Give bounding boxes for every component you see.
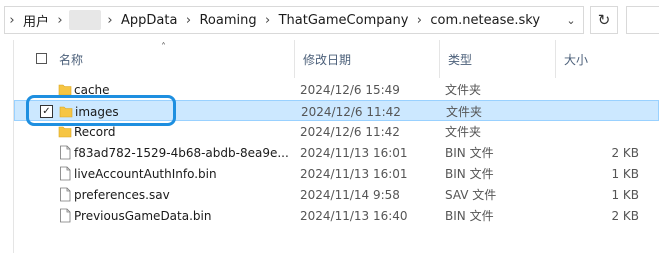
file-name: f83ad782-1529-4b68-abdb-8ea9e... [74,145,289,160]
file-date: 2024/11/13 16:40 [300,208,408,223]
file-type: BIN 文件 [445,167,494,181]
navigation-pane-edge [0,40,14,253]
column-header-name[interactable]: 名称 [51,40,295,78]
file-type: 文件夹 [445,83,482,97]
file-size [559,121,639,142]
column-header-date[interactable]: 修改日期 [295,40,440,78]
file-type: 文件夹 [446,105,483,119]
chevron-right-icon: › [9,12,15,28]
file-size: 2 KB [611,145,639,160]
file-date: 2024/12/6 11:42 [300,124,400,139]
address-bar-area: › 用户 › › AppData › Roaming › ThatGameCom… [0,0,659,40]
column-name-label: 名称 [59,52,84,67]
file-size [559,79,639,100]
file-date: 2024/11/13 16:01 [300,166,408,181]
select-all-checkbox[interactable] [36,53,47,64]
file-name: preferences.sav [74,187,170,202]
file-icon [60,166,71,181]
chevron-right-icon[interactable]: › [103,13,117,28]
search-input[interactable] [626,6,659,34]
file-row-f83ad782[interactable]: f83ad782-1529-4b68-abdb-8ea9e... 2024/11… [14,142,659,163]
file-size: 1 KB [611,187,639,202]
redacted-username [69,10,102,30]
column-header: ˄ 名称 修改日期 类型 大小 [14,40,659,78]
chevron-right-icon[interactable]: › [53,13,67,28]
chevron-down-icon[interactable]: ⌄ [559,14,583,27]
file-icon [60,187,71,202]
breadcrumb-thatgamecompany[interactable]: ThatGameCompany [275,13,413,28]
file-icon [60,145,71,160]
file-date: 2024/11/13 16:01 [300,145,408,160]
breadcrumb-appdata[interactable]: AppData [117,13,181,28]
chevron-right-icon[interactable]: › [181,13,195,28]
file-type: BIN 文件 [445,209,494,223]
column-header-type[interactable]: 类型 [440,40,556,78]
file-size: 1 KB [611,166,639,181]
breadcrumb[interactable]: › 用户 › › AppData › Roaming › ThatGameCom… [4,6,584,34]
file-row-previousgamedata[interactable]: PreviousGameData.bin 2024/11/13 16:40 BI… [14,205,659,226]
column-date-label: 修改日期 [303,52,352,67]
file-size: 2 KB [611,208,639,223]
file-icon [60,208,71,223]
file-type: SAV 文件 [445,188,497,202]
column-header-size[interactable]: 大小 [556,40,659,78]
refresh-icon: ↻ [597,11,611,29]
file-row-preferences[interactable]: preferences.sav 2024/11/14 9:58 SAV 文件 1… [14,184,659,205]
column-size-label: 大小 [564,52,589,67]
chevron-right-icon[interactable]: › [261,13,275,28]
refresh-button[interactable]: ↻ [590,6,618,34]
chevron-right-icon[interactable]: › [412,13,426,28]
file-date: 2024/12/6 11:42 [301,104,401,119]
file-date: 2024/12/6 15:49 [300,82,400,97]
file-row-liveaccountauthinfo[interactable]: liveAccountAuthInfo.bin 2024/11/13 16:01… [14,163,659,184]
file-type: BIN 文件 [445,146,494,160]
breadcrumb-roaming[interactable]: Roaming [195,13,260,28]
column-type-label: 类型 [448,52,473,67]
folder-icon [58,126,72,138]
file-date: 2024/11/14 9:58 [300,187,400,202]
file-name: PreviousGameData.bin [74,208,212,223]
file-name: liveAccountAuthInfo.bin [74,166,217,181]
breadcrumb-users[interactable]: 用户 [19,11,53,30]
breadcrumb-com-netease-sky[interactable]: com.netease.sky [426,13,544,28]
file-size [560,101,640,122]
file-type: 文件夹 [445,125,482,139]
highlight-box [26,95,176,126]
